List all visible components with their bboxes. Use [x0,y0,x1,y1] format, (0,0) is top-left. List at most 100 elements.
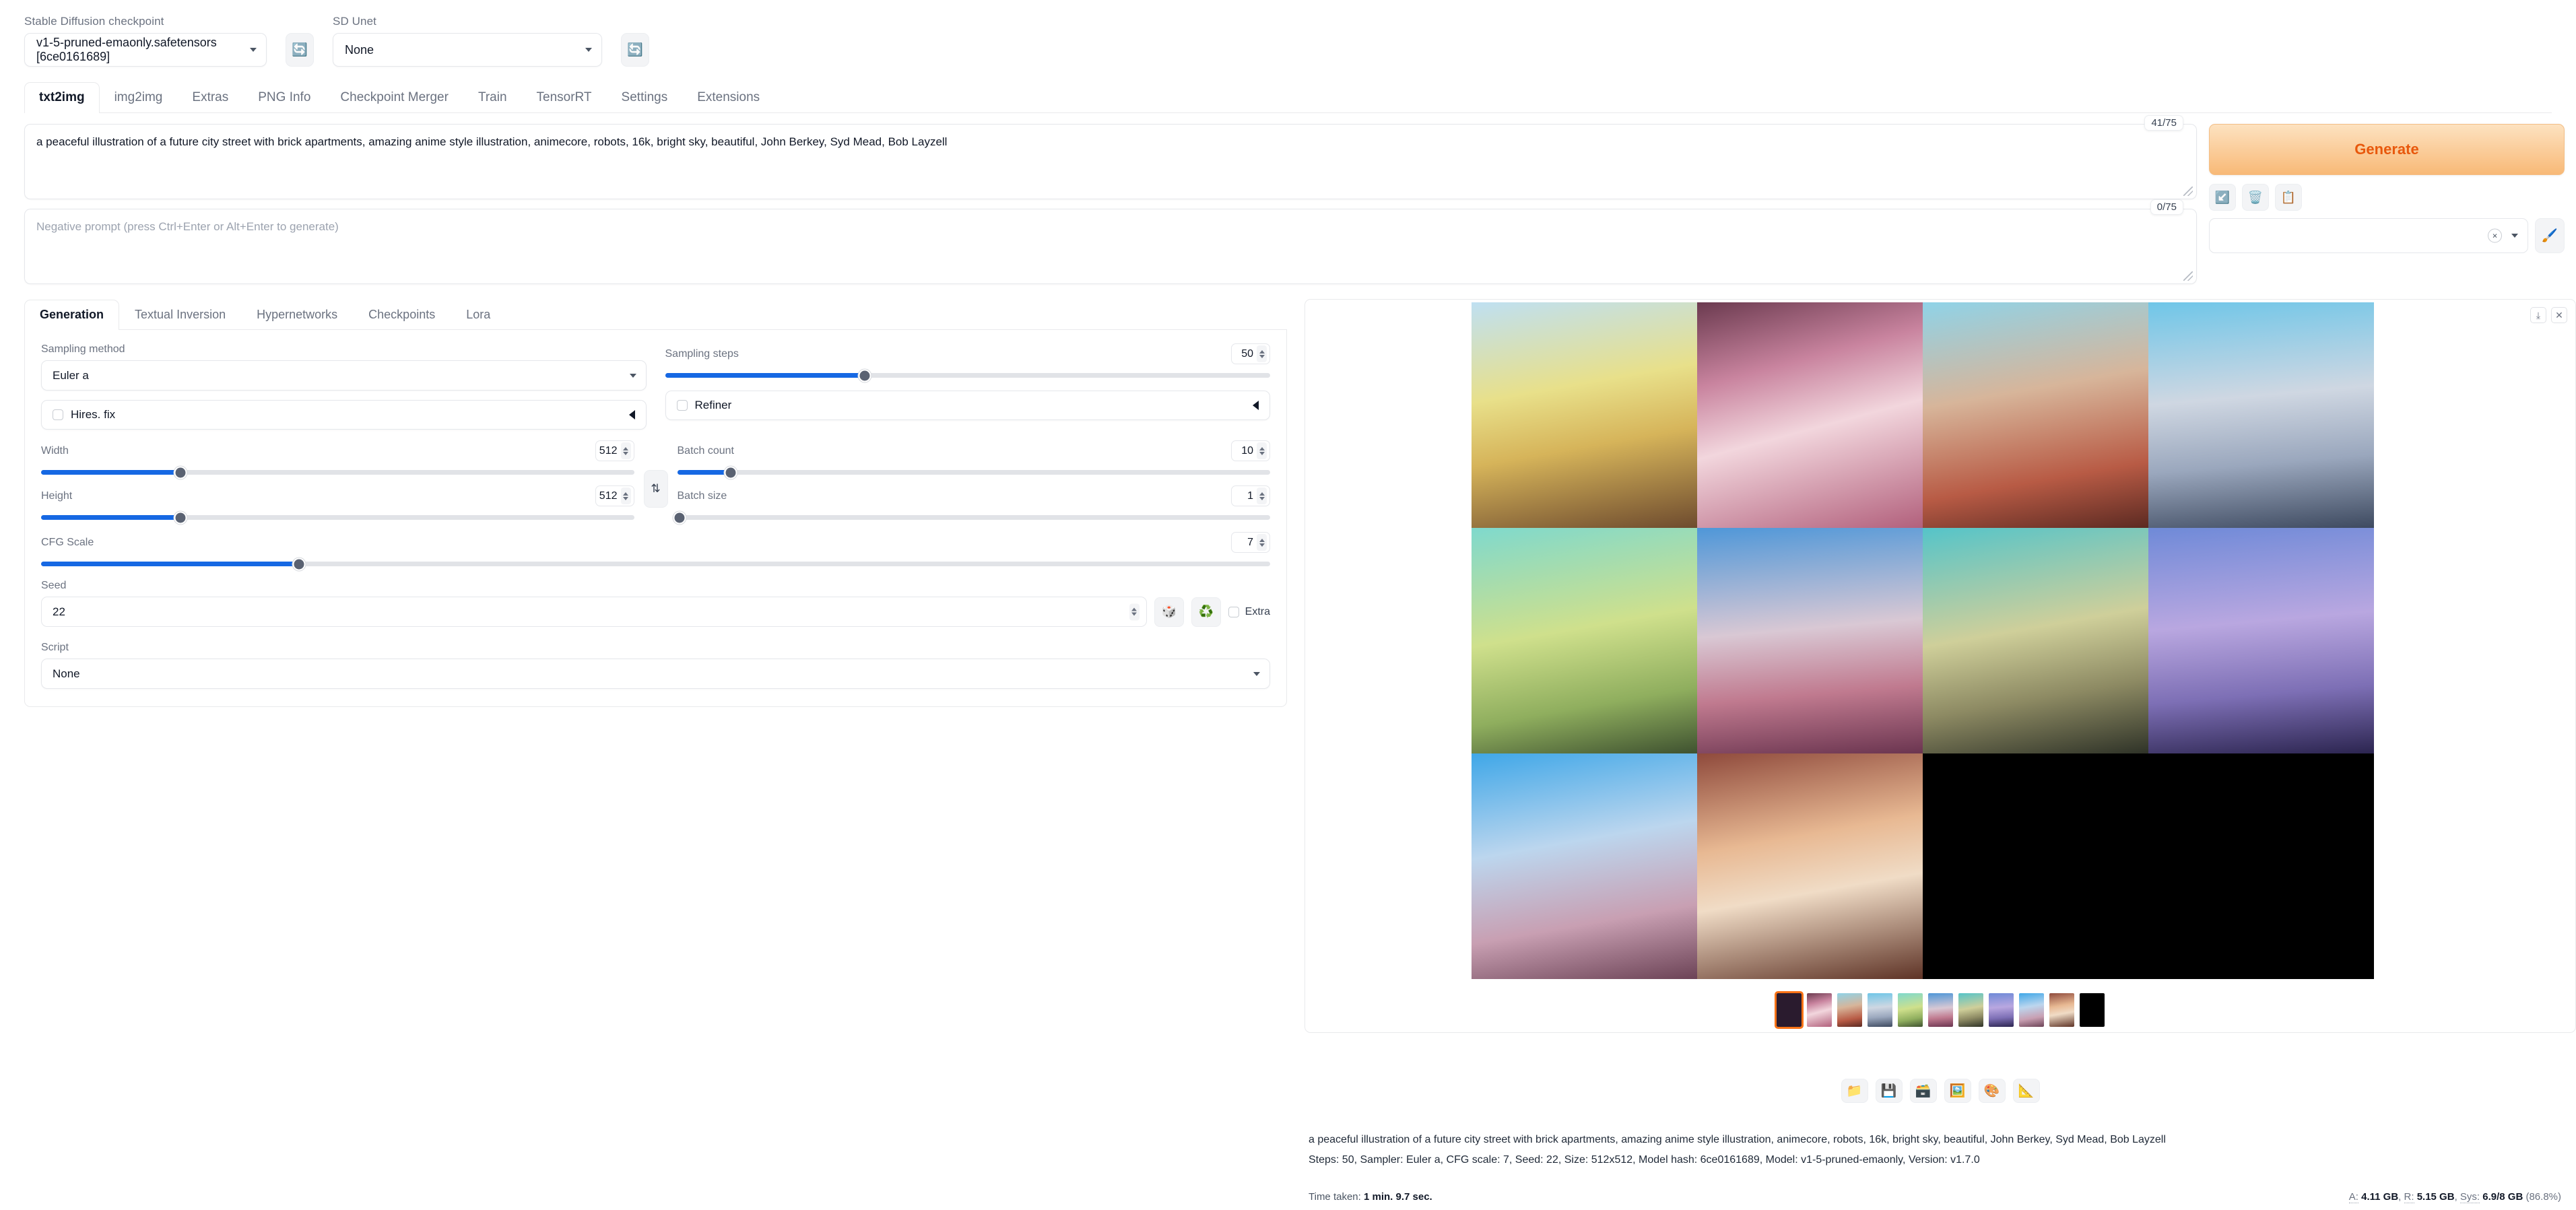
subtab-generation[interactable]: Generation [24,300,120,330]
clear-prompt-button[interactable]: 🗑️ [2242,184,2269,211]
stepper-icon[interactable] [1257,345,1267,362]
tab-png-info[interactable]: PNG Info [243,82,325,113]
extra-seed-toggle[interactable]: Extra [1228,606,1270,618]
stepper-icon[interactable] [1129,603,1140,620]
tab-tensorrt[interactable]: TensorRT [522,82,607,113]
info-footer: Time taken: 1 min. 9.7 sec. A: 4.11 GB, … [1309,1190,2576,1203]
send-to-inpaint-button[interactable]: 🎨 [1978,1079,2006,1103]
save-button[interactable]: 💾 [1875,1079,1903,1103]
thumbnail-10[interactable] [2049,993,2074,1027]
send-to-img2img-button[interactable]: 🖼️ [1944,1079,1971,1103]
subtab-textual-inversion[interactable]: Textual Inversion [119,300,241,330]
gen-image-3[interactable] [1923,302,2148,528]
send-to-extras-button[interactable]: 📐 [2012,1079,2040,1103]
width-numbox[interactable]: 512 [595,440,634,461]
width-slider[interactable] [41,466,634,479]
thumbnail-2[interactable] [1806,993,1832,1027]
gen-image-8[interactable] [2148,528,2374,753]
cfg-scale-numbox[interactable]: 7 [1231,532,1270,553]
batch-size-slider[interactable] [673,511,1270,524]
swap-dimensions-button[interactable]: ⇅ [643,470,668,508]
tab-extras[interactable]: Extras [177,82,243,113]
gen-image-9[interactable] [1472,753,1697,979]
gen-image-10[interactable] [1697,753,1923,979]
gen-image-1[interactable] [1472,302,1697,528]
restore-progress-button[interactable]: ↙️ [2209,184,2236,211]
edit-styles-button[interactable]: 🖌️ [2535,218,2565,253]
resize-grip-icon[interactable] [2183,271,2193,281]
script-select[interactable]: None [41,659,1270,689]
open-folder-button[interactable]: 📁 [1841,1079,1868,1103]
thumbnail-11[interactable] [2079,993,2105,1027]
sampling-steps-numbox[interactable]: 50 [1231,343,1270,364]
stepper-icon[interactable] [1257,534,1267,551]
gallery-thumbnail-strip[interactable] [1305,991,2575,1029]
positive-prompt-input[interactable]: a peaceful illustration of a future city… [24,124,2197,199]
height-slider[interactable] [41,511,634,524]
refiner-accordion[interactable]: Refiner [665,391,1270,420]
hires-fix-accordion[interactable]: Hires. fix [41,400,647,430]
stepper-icon[interactable] [1257,488,1267,504]
gen-image-4[interactable] [2148,302,2374,528]
sampling-steps-slider[interactable] [665,369,1270,382]
thumbnail-3[interactable] [1837,993,1862,1027]
sampling-steps-head: Sampling steps 50 [665,343,1270,364]
gen-image-7[interactable] [1923,528,2148,753]
sampling-method-select[interactable]: Euler a [41,360,647,391]
seed-input[interactable]: 22 [41,597,1147,627]
gen-image-2[interactable] [1697,302,1923,528]
batch-count-numbox[interactable]: 10 [1231,440,1270,461]
checkpoint-select[interactable]: v1-5-pruned-emaonly.safetensors [6ce0161… [24,33,267,67]
subtab-lora[interactable]: Lora [451,300,506,330]
apply-styles-button[interactable]: 📋 [2275,184,2302,211]
reuse-seed-button[interactable]: ♻️ [1191,597,1221,627]
thumbnail-1[interactable] [1774,991,1804,1029]
thumbnail-8[interactable] [1988,993,2014,1027]
tab-txt2img[interactable]: txt2img [24,82,100,113]
stepper-icon[interactable] [1257,442,1267,459]
gen-image-6[interactable] [1697,528,1923,753]
tab-train[interactable]: Train [463,82,522,113]
sd-webui-root: Stable Diffusion checkpoint v1-5-pruned-… [0,0,2576,1210]
random-seed-button[interactable]: 🎲 [1154,597,1184,627]
refiner-checkbox[interactable] [676,400,688,411]
sampling-steps-label: Sampling steps [665,347,739,360]
gen-image-5[interactable] [1472,528,1697,753]
generated-image-grid[interactable] [1472,302,2374,979]
gen-image-empty-1[interactable] [1923,753,2148,979]
batch-count-slider[interactable] [677,466,1270,479]
save-zip-button[interactable]: 🗃️ [1909,1079,1937,1103]
thumbnail-7[interactable] [1958,993,1983,1027]
height-numbox[interactable]: 512 [595,485,634,506]
batch-size-numbox[interactable]: 1 [1231,485,1270,506]
subtab-hypernetworks[interactable]: Hypernetworks [241,300,353,330]
stepper-icon[interactable] [620,442,631,459]
chevron-left-icon[interactable] [628,410,635,419]
subtab-checkpoints[interactable]: Checkpoints [353,300,451,330]
tab-checkpoint-merger[interactable]: Checkpoint Merger [325,82,463,113]
cfg-scale-slider[interactable] [41,558,1270,570]
tab-settings[interactable]: Settings [607,82,683,113]
refresh-checkpoints-button[interactable]: 🔄 [286,33,314,67]
thumbnail-5[interactable] [1897,993,1923,1027]
download-image-button[interactable]: ⤓ [2530,307,2546,323]
thumbnail-4[interactable] [1867,993,1892,1027]
extra-checkbox[interactable] [1228,606,1239,617]
resize-grip-icon[interactable] [2183,187,2193,196]
thumbnail-6[interactable] [1927,993,1953,1027]
gen-image-empty-2[interactable] [2148,753,2374,979]
hires-fix-checkbox[interactable] [53,409,63,420]
negative-prompt-input[interactable]: Negative prompt (press Ctrl+Enter or Alt… [24,209,2197,284]
refresh-unet-button[interactable]: 🔄 [621,33,649,67]
close-gallery-button[interactable]: ✕ [2551,307,2567,323]
chevron-left-icon[interactable] [1253,401,1259,410]
stepper-icon[interactable] [620,488,631,504]
generate-button[interactable]: Generate [2209,124,2565,175]
styles-select[interactable]: × [2209,218,2528,253]
mem-sys-pct: (86.8%) [2525,1190,2561,1203]
tab-extensions[interactable]: Extensions [682,82,774,113]
close-icon[interactable]: × [2488,228,2502,243]
tab-img2img[interactable]: img2img [100,82,178,113]
unet-select[interactable]: None [333,33,602,67]
thumbnail-9[interactable] [2018,993,2044,1027]
